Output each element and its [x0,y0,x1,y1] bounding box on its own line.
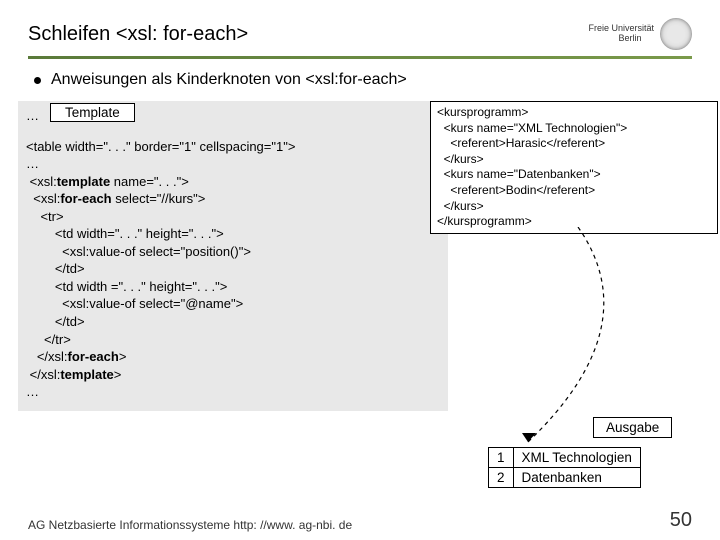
bullet-dot-icon [34,77,41,84]
code-line: <td width=". . ." height=". . ."> [26,225,440,243]
code-line: <xsl:for-each select="//kurs"> [26,190,440,208]
xml-line: <referent>Bodin</referent> [437,183,711,199]
code-line: </td> [26,313,440,331]
code-line: … [26,383,440,401]
code-line: <xsl:value-of select="position()"> [26,243,440,261]
table-row: 1 XML Technologien [489,448,641,468]
output-table: 1 XML Technologien 2 Datenbanken [488,447,641,488]
cell-value: Datenbanken [513,468,640,488]
xml-line: </kurs> [437,152,711,168]
bullet-item: Anweisungen als Kinderknoten von <xsl:fo… [34,71,692,89]
xsl-code-block: … <table width=". . ." border="1" cellsp… [18,101,448,411]
table-row: 2 Datenbanken [489,468,641,488]
bullet-text: Anweisungen als Kinderknoten von <xsl:fo… [51,71,407,89]
code-line: <xsl:template name=". . ."> [26,173,440,191]
slide-title: Schleifen <xsl: for-each> [28,23,248,46]
footer-text: AG Netzbasierte Informationssysteme http… [28,518,352,532]
xml-line: <kurs name="Datenbanken"> [437,167,711,183]
output-label: Ausgabe [593,417,672,438]
page-number: 50 [670,509,692,532]
code-line: … [26,155,440,173]
cell-value: XML Technologien [513,448,640,468]
university-logo: Freie Universität Berlin [588,18,692,50]
logo-line2: Berlin [618,34,654,44]
code-line: <tr> [26,208,440,226]
xml-line: <referent>Harasic</referent> [437,136,711,152]
cell-index: 1 [489,448,514,468]
seal-icon [660,18,692,50]
xml-line: </kurs> [437,199,711,215]
xml-line: <kursprogramm> [437,105,711,121]
code-line: </tr> [26,331,440,349]
code-line: <table width=". . ." border="1" cellspac… [26,138,440,156]
code-line: <td width =". . ." height=". . ."> [26,278,440,296]
cell-index: 2 [489,468,514,488]
xml-sample-block: <kursprogramm> <kurs name="XML Technolog… [430,101,718,234]
header-divider [28,56,692,59]
xml-line: <kurs name="XML Technologien"> [437,121,711,137]
code-line: </xsl:for-each> [26,348,440,366]
code-line: <xsl:value-of select="@name"> [26,295,440,313]
code-line: </xsl:template> [26,366,440,384]
code-line: </td> [26,260,440,278]
template-label: Template [50,103,135,122]
